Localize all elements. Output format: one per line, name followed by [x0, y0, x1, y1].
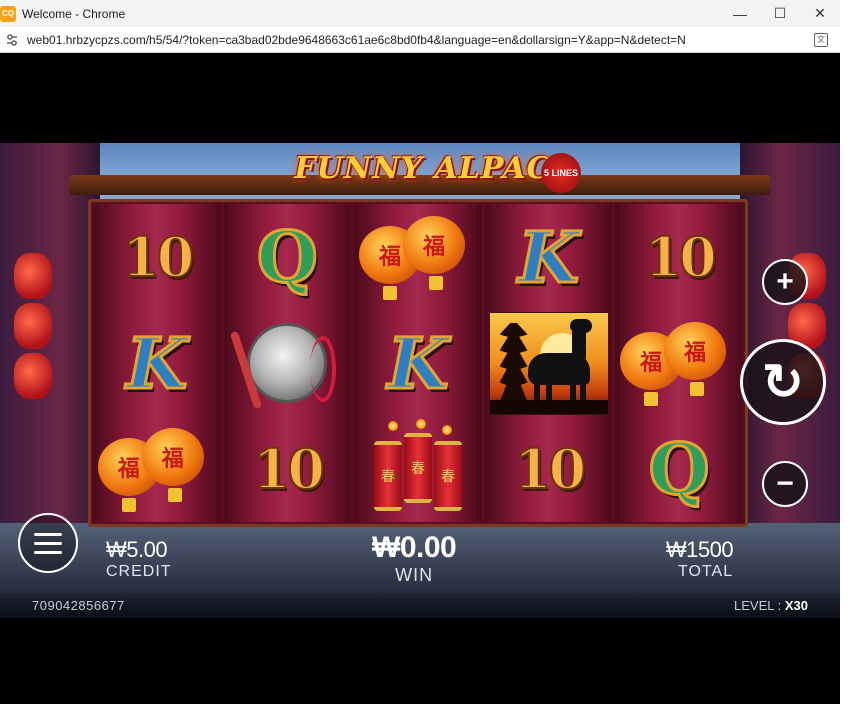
- symbol-cell: [224, 310, 352, 416]
- hanging-lantern-icon: [14, 303, 52, 349]
- credit-display: ₩5.00 CREDIT: [106, 537, 172, 581]
- hanging-lantern-icon: [14, 353, 52, 399]
- reel-4: K 10: [484, 204, 613, 522]
- minimize-button[interactable]: —: [720, 0, 760, 27]
- maximize-button[interactable]: ☐: [760, 0, 800, 27]
- total-value: ₩1500: [665, 537, 734, 562]
- firecracker-symbol-icon: 春 春 春: [370, 419, 466, 517]
- symbol-cell: 10: [224, 416, 352, 522]
- symbol-cell: K: [485, 204, 613, 310]
- app-logo-icon: CQ: [0, 5, 16, 22]
- lantern-symbol-icon: 福 福: [97, 424, 216, 514]
- symbol-ten: 10: [644, 224, 718, 290]
- symbol-k: K: [125, 320, 189, 406]
- reel-1: 10 K 福 福: [93, 204, 221, 522]
- symbol-cell: Q: [615, 416, 743, 522]
- spin-button[interactable]: ↻: [740, 339, 826, 425]
- symbol-cell: 春 春 春: [354, 416, 482, 522]
- bet-decrease-button[interactable]: −: [762, 461, 808, 507]
- symbol-cell: [485, 310, 613, 416]
- symbol-cell: 10: [93, 204, 221, 310]
- reel-grid: 10 K 福 福 Q 10 福 福 K 春 春 春 K 10 10 福 福 Q: [88, 199, 748, 527]
- browser-window: CQ Welcome - Chrome — ☐ ✕ web01.hrbzycpz…: [0, 0, 840, 704]
- game-canvas[interactable]: FUNNY ALPACA 5 LINES 10 K 福 福 Q 10 福 福 K…: [0, 143, 840, 618]
- bet-increase-button[interactable]: +: [762, 259, 808, 305]
- lines-badge: 5 LINES: [541, 153, 581, 193]
- total-label: TOTAL: [678, 563, 734, 580]
- win-label: WIN: [395, 565, 434, 585]
- url-text[interactable]: web01.hrbzycpzs.com/h5/54/?token=ca3bad0…: [27, 33, 686, 47]
- window-title: Welcome - Chrome: [22, 6, 126, 21]
- win-value: ₩0.00: [372, 531, 457, 564]
- symbol-ten: 10: [252, 436, 326, 502]
- symbol-cell: 10: [485, 416, 613, 522]
- symbol-ten: 10: [513, 436, 587, 502]
- address-bar[interactable]: web01.hrbzycpzs.com/h5/54/?token=ca3bad0…: [0, 27, 840, 53]
- level-indicator: LEVEL : X30: [734, 598, 808, 613]
- level-value: X30: [784, 598, 808, 613]
- win-display: ₩0.00 WIN: [372, 531, 457, 586]
- symbol-cell: Q: [224, 204, 352, 310]
- symbol-cell: 福 福: [354, 204, 482, 310]
- title-bar: CQ Welcome - Chrome — ☐ ✕: [0, 0, 840, 27]
- reel-2: Q 10: [223, 204, 352, 522]
- symbol-cell: 10: [615, 204, 743, 310]
- close-button[interactable]: ✕: [800, 0, 840, 27]
- translate-icon[interactable]: 文: [814, 33, 828, 47]
- symbol-k: K: [517, 214, 581, 300]
- hamburger-icon: [34, 532, 62, 536]
- symbol-k: K: [386, 320, 450, 406]
- credit-value: ₩5.00: [106, 537, 168, 562]
- reel-3: 福 福 K 春 春 春: [354, 204, 482, 522]
- game-round-id: 709042856677: [32, 598, 125, 613]
- credit-label: CREDIT: [106, 563, 172, 580]
- reel-5: 10 福 福 Q: [615, 204, 743, 522]
- alpaca-wild-symbol-icon: [488, 311, 609, 415]
- lantern-symbol-icon: 福 福: [620, 318, 738, 408]
- site-settings-icon[interactable]: [5, 33, 19, 47]
- bottom-bar: [0, 593, 840, 618]
- symbol-cell: 福 福: [93, 416, 221, 522]
- total-display: ₩1500 TOTAL: [652, 537, 734, 581]
- hanging-lantern-icon: [14, 253, 52, 299]
- symbol-cell: K: [354, 310, 482, 416]
- gong-symbol-icon: [230, 323, 337, 410]
- symbol-q: Q: [647, 426, 711, 512]
- desktop-edge: [840, 0, 850, 704]
- symbol-cell: K: [93, 310, 221, 416]
- lantern-symbol-icon: 福 福: [358, 212, 477, 302]
- menu-button[interactable]: [18, 513, 78, 573]
- game-logo: FUNNY ALPACA 5 LINES: [285, 151, 585, 201]
- symbol-cell: 福 福: [615, 310, 743, 416]
- game-title: FUNNY ALPACA: [294, 151, 576, 186]
- symbol-q: Q: [255, 214, 319, 300]
- level-label: LEVEL :: [734, 598, 782, 613]
- window-controls: — ☐ ✕: [720, 0, 840, 27]
- symbol-ten: 10: [121, 224, 195, 290]
